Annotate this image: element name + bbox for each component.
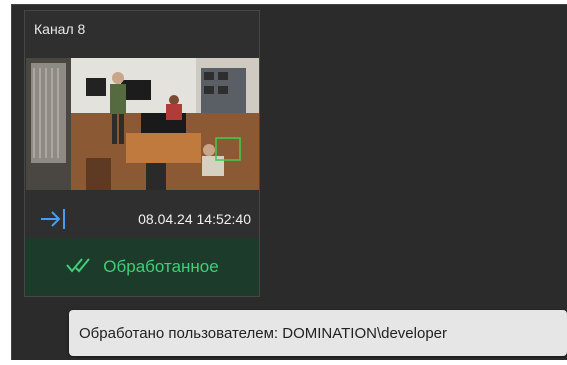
event-timestamp: 08.04.24 14:52:40 — [138, 211, 251, 227]
channel-title: Канал 8 — [34, 21, 86, 37]
double-check-icon — [65, 256, 93, 279]
events-panel: Канал 8 08.04.24 14:52:40 Обработанное — [11, 4, 567, 360]
office-scene-image — [26, 58, 259, 190]
processed-by-tooltip: Обработано пользователем: DOMINATION\dev… — [69, 310, 567, 356]
camera-snapshot[interactable] — [26, 58, 259, 190]
event-card[interactable]: Канал 8 08.04.24 14:52:40 Обработанное — [24, 10, 260, 297]
event-meta-row: 08.04.24 14:52:40 — [25, 199, 259, 239]
arrow-to-line-icon[interactable] — [39, 207, 69, 231]
status-label: Обработанное — [103, 257, 219, 276]
status-badge: Обработанное — [25, 238, 259, 296]
